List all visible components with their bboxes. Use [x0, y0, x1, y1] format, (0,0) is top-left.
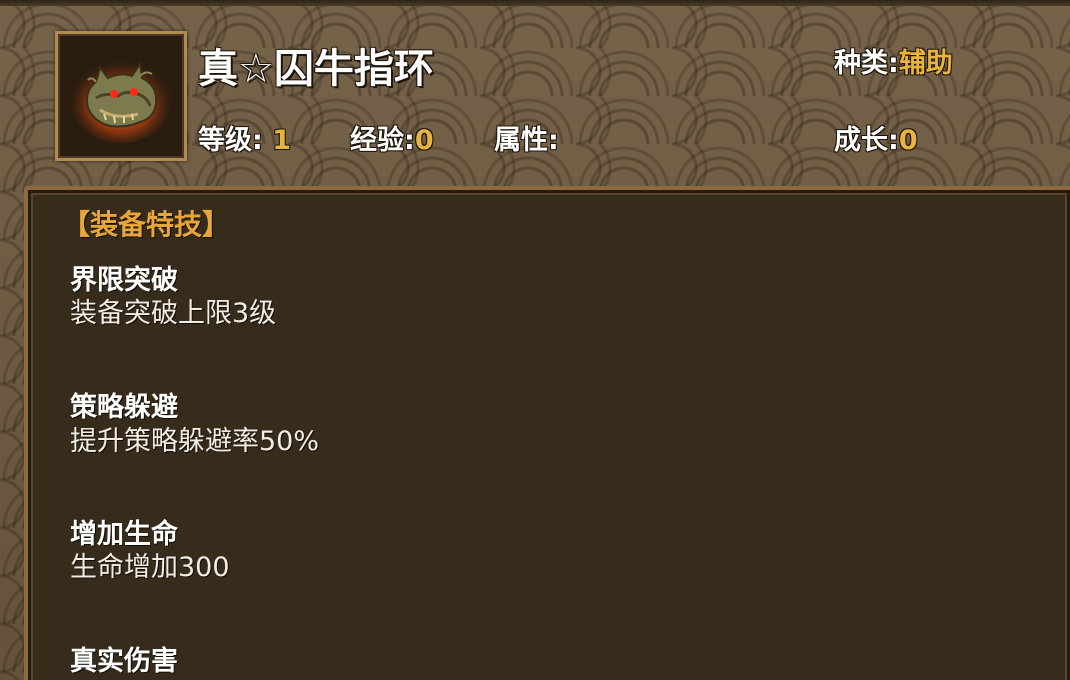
- skill-desc: 生命增加300: [70, 552, 230, 583]
- equipment-detail-screen: 真☆囚牛指环 等级: 1 经验:0 属性: 种类:辅助 成长:0 【装备特技】 …: [0, 0, 1070, 680]
- type-value: 辅助: [898, 48, 953, 79]
- skill-desc: 提升策略躲避率50%: [70, 426, 320, 457]
- exp-value: 0: [414, 125, 434, 156]
- growth-value: 0: [898, 125, 918, 156]
- growth-label: 成长:: [834, 125, 899, 156]
- exp-label: 经验:: [350, 125, 415, 156]
- attribute-label: 属性:: [494, 125, 559, 156]
- growth-stat: 成长:0: [834, 118, 918, 157]
- level-stat: 等级: 1: [198, 118, 291, 157]
- level-label: 等级:: [198, 125, 263, 156]
- skill-desc: 装备突破上限3级: [70, 298, 277, 329]
- skill-name: 真实伤害: [70, 646, 178, 677]
- type-label: 种类:: [834, 48, 899, 79]
- item-icon-frame[interactable]: [55, 31, 187, 161]
- skills-section-header: 【装备特技】: [62, 208, 231, 241]
- dragon-head-ring-icon: [71, 59, 171, 143]
- item-title: 真☆囚牛指环: [198, 46, 434, 92]
- type-stat: 种类:辅助: [834, 41, 953, 80]
- exp-stat: 经验:0: [350, 118, 434, 157]
- level-value: 1: [272, 125, 292, 156]
- top-border: [0, 0, 1070, 6]
- attribute-stat: 属性:: [494, 118, 559, 157]
